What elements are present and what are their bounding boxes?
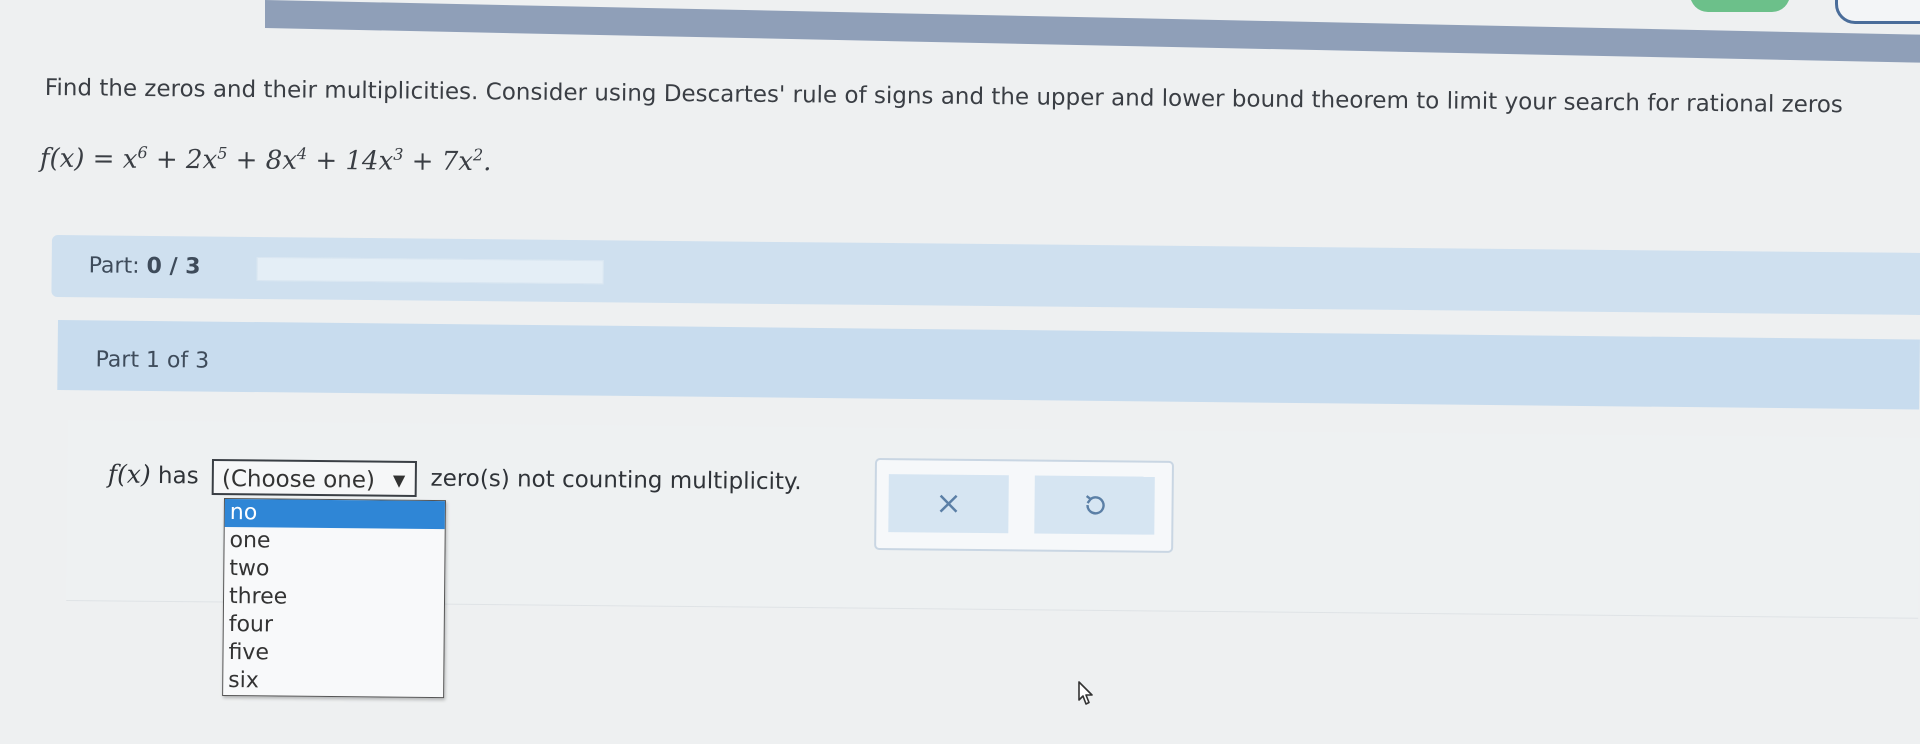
header-green-button[interactable] (1690, 0, 1790, 12)
part-progress-value: 0 / 3 (146, 253, 201, 280)
dropdown-option-no[interactable]: no (224, 499, 445, 530)
answer-suffix: zero(s) not counting multiplicity. (430, 465, 802, 496)
polynomial-formula: f(x) = x6 + 2x5 + 8x4 + 14x3 + 7x2. (40, 142, 492, 177)
dropdown-option-five[interactable]: five (223, 639, 443, 669)
clear-button[interactable] (888, 474, 1009, 534)
answer-row: f(x) has (Choose one) ▼ zero(s) not count… (108, 458, 802, 501)
formula-term-2: 2x5 + (185, 143, 266, 176)
dropdown-option-four[interactable]: four (224, 611, 444, 641)
mouse-pointer-icon (1078, 681, 1093, 705)
question-prompt: Find the zeros and their multiplicities.… (44, 75, 1843, 119)
part-section-header: Part 1 of 3 (57, 320, 1920, 410)
answer-fx: f(x) (107, 459, 151, 489)
part-progress-label: Part: 0 / 3 (88, 253, 201, 280)
part-section-title: Part 1 of 3 (95, 347, 210, 374)
progress-track (256, 256, 604, 285)
undo-icon (1085, 495, 1105, 515)
dropdown-option-one[interactable]: one (224, 527, 444, 557)
answer-has-text: has (150, 462, 207, 490)
dropdown-option-two[interactable]: two (224, 555, 444, 585)
undo-button[interactable] (1034, 475, 1155, 535)
zero-count-dropdown[interactable]: no one two three four five six (222, 498, 446, 699)
dropdown-option-three[interactable]: three (224, 583, 444, 613)
formula-equals: = (84, 143, 123, 175)
formula-term-5: 7x2. (441, 145, 492, 177)
select-value: (Choose one) (221, 466, 376, 494)
answer-actions (874, 458, 1174, 553)
header-strip (265, 0, 1920, 63)
formula-term-1: x6 + (122, 142, 187, 175)
close-icon (939, 494, 958, 513)
part-progress-bar: Part: 0 / 3 (51, 235, 1920, 315)
formula-term-4: 14x3 + (345, 144, 442, 177)
header-outline-button[interactable] (1835, 0, 1920, 24)
zero-count-select[interactable]: (Choose one) ▼ (211, 458, 418, 497)
dropdown-option-six[interactable]: six (223, 667, 443, 697)
formula-fx: f(x) (39, 143, 85, 174)
formula-term-3: 8x4 + (265, 143, 346, 176)
triangle-down-icon: ▼ (392, 470, 406, 490)
